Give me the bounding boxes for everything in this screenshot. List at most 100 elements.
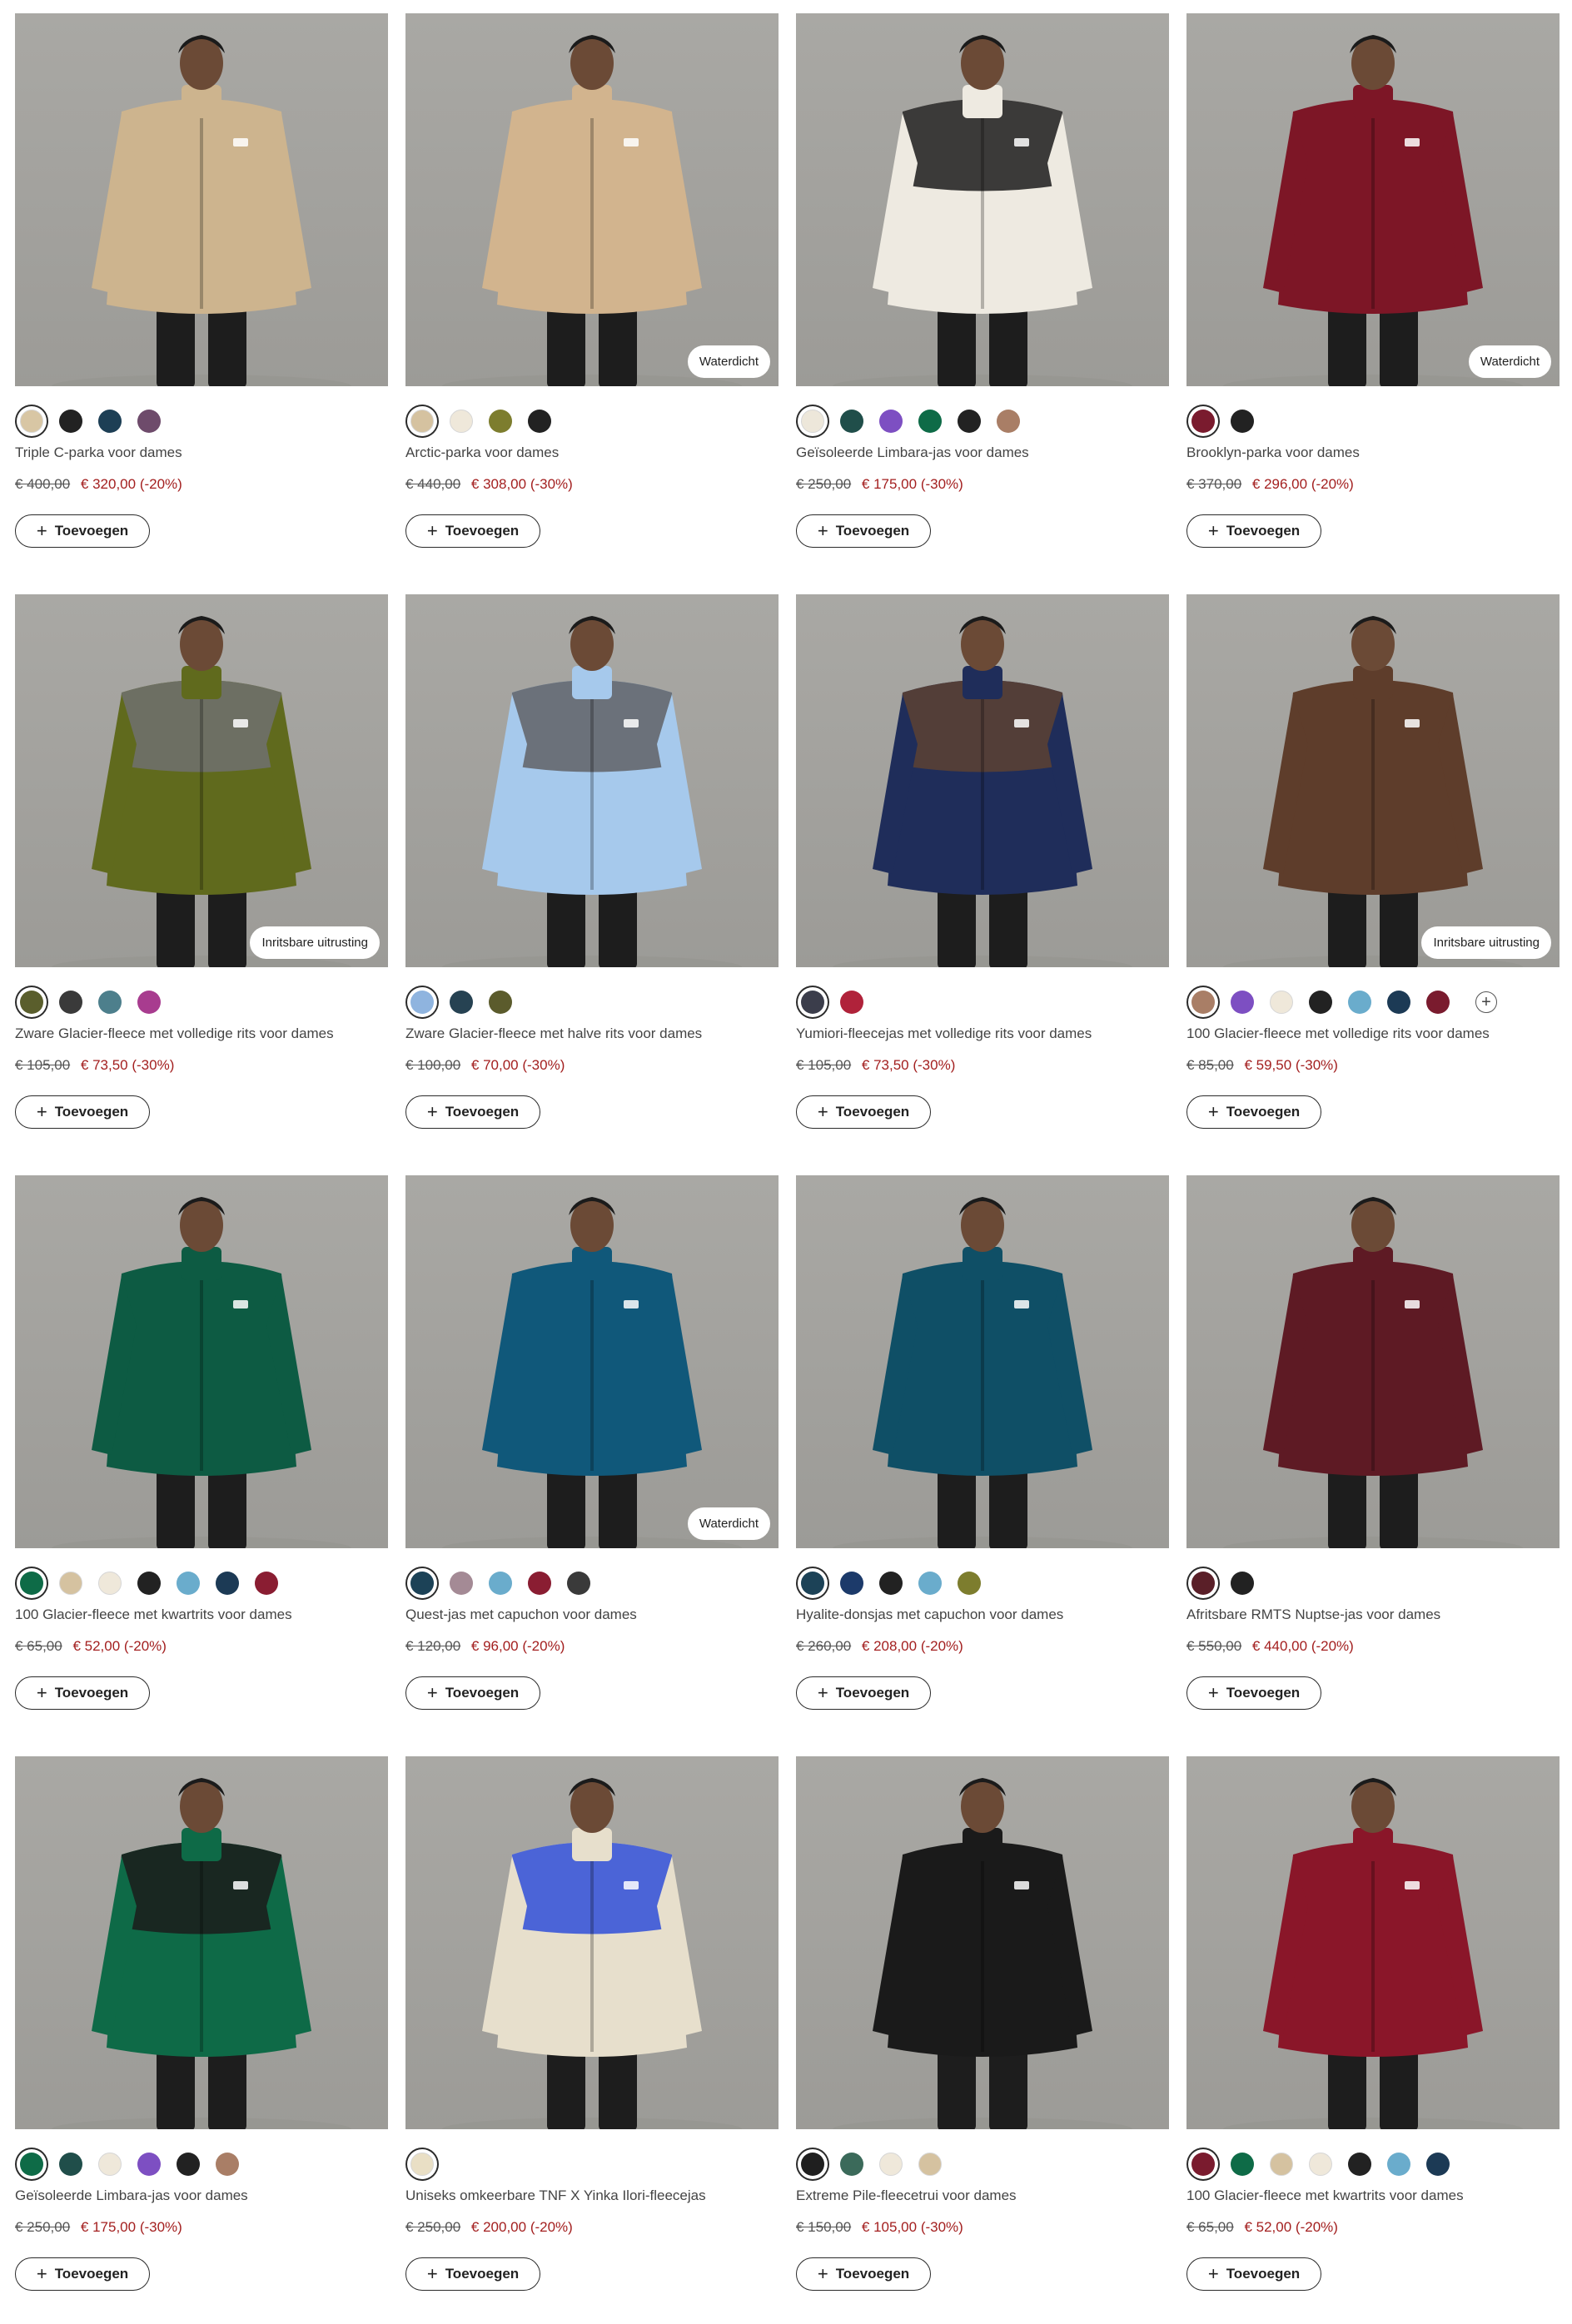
color-swatch[interactable] xyxy=(1270,2153,1293,2176)
color-swatch[interactable] xyxy=(1309,991,1332,1014)
color-swatch[interactable] xyxy=(20,1572,43,1595)
color-swatch[interactable] xyxy=(450,1572,473,1595)
product-image[interactable]: Waterdicht xyxy=(405,13,779,386)
color-swatch[interactable] xyxy=(528,1572,551,1595)
color-swatch[interactable] xyxy=(98,1572,122,1595)
add-to-cart-button[interactable]: + Toevoegen xyxy=(796,1676,931,1710)
product-card[interactable]: Hyalite-donsjas met capuchon voor dames … xyxy=(796,1175,1169,1743)
add-to-cart-button[interactable]: + Toevoegen xyxy=(15,1095,150,1129)
product-card[interactable]: Waterdicht Arctic-parka voor dames € 440… xyxy=(405,13,779,581)
color-swatch[interactable] xyxy=(801,1572,824,1595)
color-swatch[interactable] xyxy=(1387,2153,1410,2176)
product-image[interactable] xyxy=(15,1756,388,2129)
product-name[interactable]: 100 Glacier-fleece met volledige rits vo… xyxy=(1186,1025,1560,1044)
color-swatch[interactable] xyxy=(879,1572,903,1595)
product-image[interactable] xyxy=(1186,1756,1560,2129)
color-swatch[interactable] xyxy=(20,991,43,1014)
color-swatch[interactable] xyxy=(489,1572,512,1595)
color-swatch[interactable] xyxy=(1191,991,1215,1014)
product-card[interactable]: Zware Glacier-fleece met halve rits voor… xyxy=(405,594,779,1162)
color-swatch[interactable] xyxy=(450,991,473,1014)
product-card[interactable]: Triple C-parka voor dames € 400,00 € 320… xyxy=(15,13,388,581)
color-swatch[interactable] xyxy=(1231,410,1254,433)
color-swatch[interactable] xyxy=(1231,2153,1254,2176)
add-to-cart-button[interactable]: + Toevoegen xyxy=(1186,1095,1321,1129)
color-swatch[interactable] xyxy=(1231,991,1254,1014)
add-to-cart-button[interactable]: + Toevoegen xyxy=(405,1095,540,1129)
product-card[interactable]: Inritsbare uitrusting + 100 Glacier-flee… xyxy=(1186,594,1560,1162)
product-name[interactable]: Geïsoleerde Limbara-jas voor dames xyxy=(796,444,1169,463)
color-swatch[interactable] xyxy=(1191,2153,1215,2176)
product-name[interactable]: Hyalite-donsjas met capuchon voor dames xyxy=(796,1606,1169,1625)
color-swatch[interactable] xyxy=(255,1572,278,1595)
product-image[interactable]: Waterdicht xyxy=(1186,13,1560,386)
color-swatch[interactable] xyxy=(528,410,551,433)
add-to-cart-button[interactable]: + Toevoegen xyxy=(15,1676,150,1710)
color-swatch[interactable] xyxy=(410,410,434,433)
color-swatch[interactable] xyxy=(177,1572,200,1595)
product-card[interactable]: Waterdicht Brooklyn-parka voor dames € 3… xyxy=(1186,13,1560,581)
color-swatch[interactable] xyxy=(98,410,122,433)
color-swatch[interactable] xyxy=(1309,2153,1332,2176)
color-swatch[interactable] xyxy=(997,410,1020,433)
color-swatch[interactable] xyxy=(98,2153,122,2176)
color-swatch[interactable] xyxy=(137,410,161,433)
add-to-cart-button[interactable]: + Toevoegen xyxy=(405,1676,540,1710)
product-card[interactable]: Waterdicht Quest-jas met capuchon voor d… xyxy=(405,1175,779,1743)
color-swatch[interactable] xyxy=(840,410,863,433)
product-image[interactable] xyxy=(15,1175,388,1548)
product-card[interactable]: 100 Glacier-fleece met kwartrits voor da… xyxy=(1186,1756,1560,2324)
color-swatch[interactable] xyxy=(1270,991,1293,1014)
add-to-cart-button[interactable]: + Toevoegen xyxy=(796,514,931,548)
color-swatch[interactable] xyxy=(410,2153,434,2176)
color-swatch[interactable] xyxy=(489,991,512,1014)
color-swatch[interactable] xyxy=(137,991,161,1014)
color-swatch[interactable] xyxy=(59,991,82,1014)
color-swatch[interactable] xyxy=(137,2153,161,2176)
product-image[interactable] xyxy=(796,1756,1169,2129)
product-card[interactable]: Geïsoleerde Limbara-jas voor dames € 250… xyxy=(15,1756,388,2324)
color-swatch[interactable] xyxy=(59,1572,82,1595)
color-swatch[interactable] xyxy=(840,2153,863,2176)
color-swatch[interactable] xyxy=(59,2153,82,2176)
color-swatch[interactable] xyxy=(918,1572,942,1595)
product-card[interactable]: Extreme Pile-fleecetrui voor dames € 150… xyxy=(796,1756,1169,2324)
color-swatch[interactable] xyxy=(1191,1572,1215,1595)
color-swatch[interactable] xyxy=(410,1572,434,1595)
product-card[interactable]: Yumiori-fleecejas met volledige rits voo… xyxy=(796,594,1169,1162)
color-swatch[interactable] xyxy=(879,2153,903,2176)
add-to-cart-button[interactable]: + Toevoegen xyxy=(1186,1676,1321,1710)
color-swatch[interactable] xyxy=(879,410,903,433)
color-swatch[interactable] xyxy=(1426,2153,1450,2176)
product-name[interactable]: 100 Glacier-fleece met kwartrits voor da… xyxy=(15,1606,388,1625)
color-swatch[interactable] xyxy=(177,2153,200,2176)
color-swatch[interactable] xyxy=(489,410,512,433)
product-image[interactable]: Inritsbare uitrusting xyxy=(1186,594,1560,967)
color-swatch[interactable] xyxy=(567,1572,590,1595)
product-image[interactable] xyxy=(15,13,388,386)
color-swatch[interactable] xyxy=(137,1572,161,1595)
more-colors-icon[interactable]: + xyxy=(1475,991,1497,1013)
add-to-cart-button[interactable]: + Toevoegen xyxy=(405,2257,540,2291)
product-card[interactable]: Uniseks omkeerbare TNF X Yinka Ilori-fle… xyxy=(405,1756,779,2324)
color-swatch[interactable] xyxy=(1426,991,1450,1014)
product-name[interactable]: Uniseks omkeerbare TNF X Yinka Ilori-fle… xyxy=(405,2187,779,2206)
color-swatch[interactable] xyxy=(840,991,863,1014)
color-swatch[interactable] xyxy=(1348,2153,1371,2176)
color-swatch[interactable] xyxy=(59,410,82,433)
color-swatch[interactable] xyxy=(801,991,824,1014)
color-swatch[interactable] xyxy=(450,410,473,433)
product-image[interactable] xyxy=(405,594,779,967)
color-swatch[interactable] xyxy=(1387,991,1410,1014)
product-name[interactable]: Triple C-parka voor dames xyxy=(15,444,388,463)
color-swatch[interactable] xyxy=(20,410,43,433)
color-swatch[interactable] xyxy=(958,1572,981,1595)
add-to-cart-button[interactable]: + Toevoegen xyxy=(1186,514,1321,548)
color-swatch[interactable] xyxy=(20,2153,43,2176)
product-image[interactable]: Waterdicht xyxy=(405,1175,779,1548)
product-card[interactable]: Geïsoleerde Limbara-jas voor dames € 250… xyxy=(796,13,1169,581)
product-image[interactable] xyxy=(796,13,1169,386)
product-card[interactable]: Afritsbare RMTS Nuptse-jas voor dames € … xyxy=(1186,1175,1560,1743)
product-name[interactable]: Yumiori-fleecejas met volledige rits voo… xyxy=(796,1025,1169,1044)
product-image[interactable]: Inritsbare uitrusting xyxy=(15,594,388,967)
